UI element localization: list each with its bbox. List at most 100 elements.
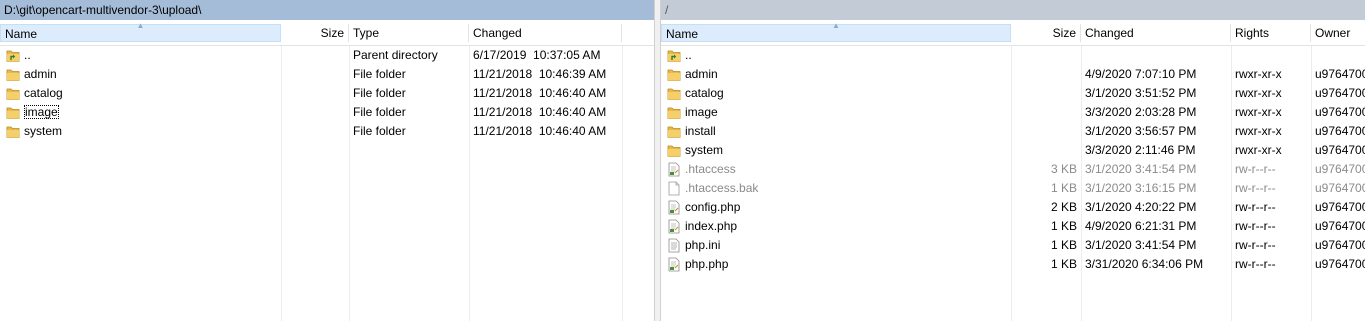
file-changed: 11/21/2018 10:46:40 AM	[473, 86, 607, 100]
file-name-cell: index.php	[661, 217, 1011, 236]
remote-column-name[interactable]: ▲ Name	[661, 22, 1011, 42]
file-name-cell: catalog	[0, 84, 281, 103]
file-changed: 11/21/2018 10:46:39 AM	[473, 67, 607, 81]
file-size: 1 KB	[1050, 219, 1077, 233]
local-panel[interactable]: D:\git\opencart-multivendor-3\upload\ ▲ …	[0, 0, 654, 321]
file-name: image	[685, 105, 718, 119]
local-file-row[interactable]: .. Parent directory 6/17/2019 10:37:05 AM	[0, 46, 654, 65]
remote-path-bar[interactable]: /	[661, 0, 1365, 20]
file-size	[1011, 84, 1081, 103]
text-file-icon	[667, 238, 681, 253]
remote-column-owner[interactable]: Owner	[1311, 24, 1365, 42]
remote-file-row[interactable]: config.php 2 KB 3/1/2020 4:20:22 PM rw-r--r…	[661, 198, 1365, 217]
file-name: system	[685, 143, 724, 157]
remote-file-row[interactable]: php.php 1 KB 3/31/2020 6:34:06 PM rw-r--r--…	[661, 255, 1365, 274]
file-rights: rw-r--r--	[1235, 181, 1276, 195]
parent-folder-icon	[6, 48, 20, 63]
file-size	[1011, 103, 1081, 122]
file-size	[1011, 65, 1081, 84]
file-owner: u9764700	[1315, 181, 1365, 195]
file-name-cell: ..	[661, 46, 1011, 65]
file-changed: 3/1/2020 3:16:15 PM	[1085, 181, 1197, 195]
script-file-icon	[667, 257, 681, 272]
file-rights: rwxr-xr-x	[1235, 67, 1282, 81]
file-name-cell: install	[661, 122, 1011, 141]
remote-panel[interactable]: / ▲ Name Size Changed Rights Owner .. adm…	[661, 0, 1365, 321]
local-path-bar[interactable]: D:\git\opencart-multivendor-3\upload\	[0, 0, 654, 20]
file-name: index.php	[685, 219, 738, 233]
local-file-row[interactable]: admin File folder 11/21/2018 10:46:39 AM	[0, 65, 654, 84]
remote-file-row[interactable]: .htaccess.bak 1 KB 3/1/2020 3:16:15 PM rw-r…	[661, 179, 1365, 198]
sort-ascending-icon: ▲	[136, 21, 145, 30]
file-owner: u9764700	[1315, 219, 1365, 233]
local-column-changed[interactable]: Changed	[469, 24, 622, 42]
folder-icon	[667, 143, 681, 158]
remote-file-row[interactable]: admin 4/9/2020 7:07:10 PM rwxr-xr-x u976470…	[661, 65, 1365, 84]
file-owner	[1311, 46, 1365, 65]
file-rights: rw-r--r--	[1235, 238, 1276, 252]
file-owner: u9764700	[1315, 200, 1365, 214]
local-file-row[interactable]: catalog File folder 11/21/2018 10:46:40 AM	[0, 84, 654, 103]
remote-file-row[interactable]: ..	[661, 46, 1365, 65]
folder-icon	[6, 67, 20, 82]
file-name-cell: .htaccess.bak	[661, 179, 1011, 198]
remote-column-changed[interactable]: Changed	[1081, 24, 1231, 42]
file-name: catalog	[24, 86, 63, 100]
file-changed: 11/21/2018 10:46:40 AM	[473, 124, 607, 138]
folder-icon	[6, 86, 20, 101]
file-owner: u9764700	[1315, 162, 1365, 176]
remote-file-row[interactable]: php.ini 1 KB 3/1/2020 3:41:54 PM rw-r--r-- u…	[661, 236, 1365, 255]
file-rights: rwxr-xr-x	[1235, 124, 1282, 138]
remote-file-row[interactable]: install 3/1/2020 3:56:57 PM rwxr-xr-x u9764…	[661, 122, 1365, 141]
remote-file-row[interactable]: .htaccess 3 KB 3/1/2020 3:41:54 PM rw-r--r-…	[661, 160, 1365, 179]
remote-file-row[interactable]: image 3/3/2020 2:03:28 PM rwxr-xr-x u976470…	[661, 103, 1365, 122]
remote-column-size[interactable]: Size	[1011, 24, 1081, 42]
file-type: File folder	[353, 124, 406, 138]
pane-splitter[interactable]	[654, 0, 661, 321]
remote-file-row[interactable]: index.php 1 KB 4/9/2020 6:21:31 PM rw-r--r-…	[661, 217, 1365, 236]
file-changed: 3/1/2020 4:20:22 PM	[1085, 200, 1197, 214]
file-size: 1 KB	[1050, 257, 1077, 271]
file-owner: u9764700	[1315, 105, 1365, 119]
file-name: install	[685, 124, 716, 138]
file-name: ..	[685, 48, 692, 62]
folder-icon	[667, 124, 681, 139]
file-name-cell: php.php	[661, 255, 1011, 274]
file-owner: u9764700	[1315, 67, 1365, 81]
local-column-size[interactable]: Size	[281, 24, 349, 42]
file-rights: rw-r--r--	[1235, 219, 1276, 233]
file-name: php.php	[685, 257, 729, 271]
remote-column-rights[interactable]: Rights	[1231, 24, 1311, 42]
file-name-cell: admin	[661, 65, 1011, 84]
remote-file-row[interactable]: catalog 3/1/2020 3:51:52 PM rwxr-xr-x u9764…	[661, 84, 1365, 103]
remote-file-row[interactable]: system 3/3/2020 2:11:46 PM rwxr-xr-x u97647…	[661, 141, 1365, 160]
script-file-icon	[667, 200, 681, 215]
file-owner: u9764700	[1315, 86, 1365, 100]
file-name: admin	[24, 67, 57, 81]
file-name-cell: ..	[0, 46, 281, 65]
file-name-cell: system	[661, 141, 1011, 160]
file-type: File folder	[353, 67, 406, 81]
local-column-name[interactable]: ▲ Name	[0, 21, 281, 42]
file-rights	[1231, 46, 1311, 65]
file-changed: 4/9/2020 7:07:10 PM	[1085, 67, 1197, 81]
file-name-cell: admin	[0, 65, 281, 84]
file-name: php.ini	[685, 238, 721, 252]
file-icon	[667, 181, 681, 196]
file-name-cell: catalog	[661, 84, 1011, 103]
file-changed: 11/21/2018 10:46:40 AM	[473, 105, 607, 119]
file-rights: rwxr-xr-x	[1235, 86, 1282, 100]
file-owner: u9764700	[1315, 124, 1365, 138]
local-file-row[interactable]: system File folder 11/21/2018 10:46:40 AM	[0, 122, 654, 141]
file-rights: rw-r--r--	[1235, 162, 1276, 176]
file-name: .htaccess	[685, 162, 736, 176]
file-rights: rw-r--r--	[1235, 200, 1276, 214]
file-changed: 3/1/2020 3:51:52 PM	[1085, 86, 1197, 100]
file-rights: rwxr-xr-x	[1235, 143, 1282, 157]
file-name-cell: .htaccess	[661, 160, 1011, 179]
local-column-type[interactable]: Type	[349, 24, 469, 42]
file-changed	[1081, 46, 1231, 65]
file-size	[1011, 122, 1081, 141]
local-file-row[interactable]: image File folder 11/21/2018 10:46:40 AM	[0, 103, 654, 122]
file-name-cell: image	[0, 103, 281, 122]
